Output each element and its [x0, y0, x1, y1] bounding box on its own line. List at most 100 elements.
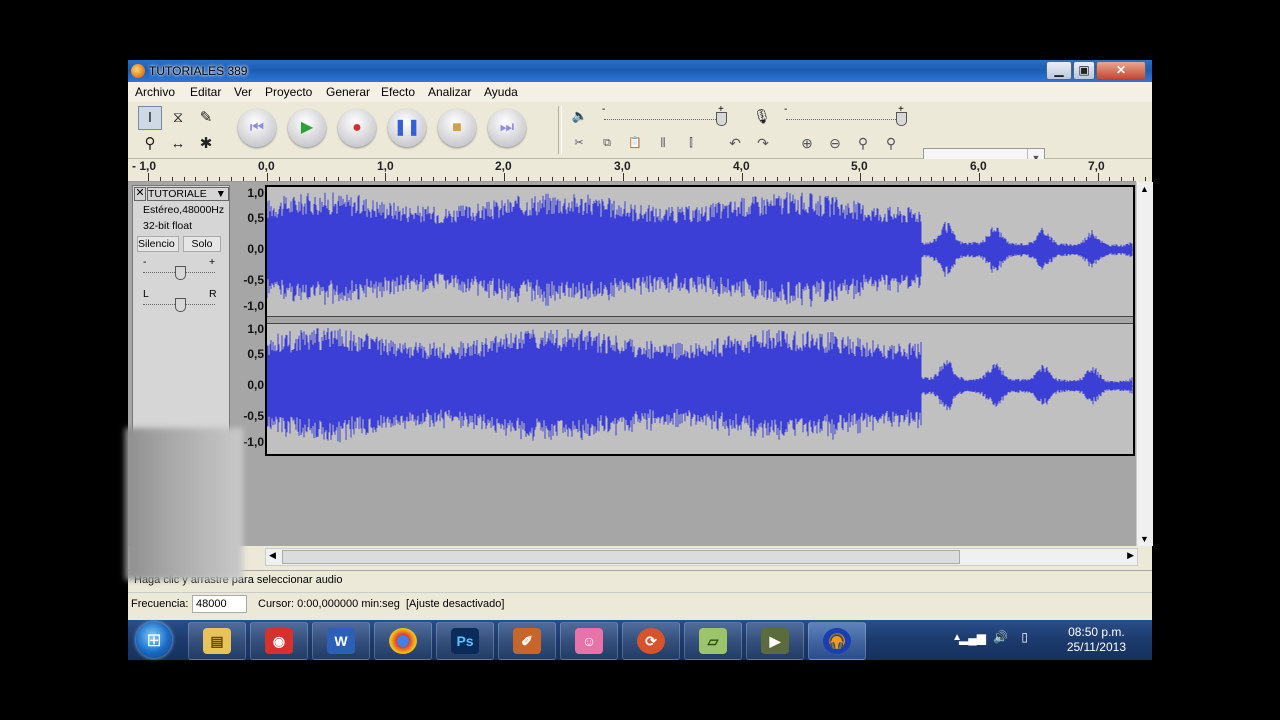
menu-archivo[interactable]: Archivo [135, 85, 175, 99]
ruler-mark [872, 177, 874, 181]
horizontal-scrollbar[interactable]: ◀ ▶ [265, 548, 1138, 566]
photo-icon: ☺ [575, 628, 603, 654]
cut-icon[interactable]: ✂ [568, 134, 590, 152]
ruler-mark [1073, 177, 1075, 181]
ruler-mark [1085, 177, 1087, 181]
timeline-ruler[interactable]: - 1,0 0,0 1,0 2,0 3,0 4,0 5,0 6,0 7,0 [128, 159, 1147, 182]
taskbar-app[interactable]: ✐ [498, 622, 556, 660]
track-area: ✕ TUTORIALE ▼ Estéreo,48000Hz 32-bit floa… [128, 182, 1136, 546]
zoom-in-icon[interactable]: ⊕ [796, 134, 818, 152]
gain-slider[interactable] [175, 266, 186, 280]
taskbar-app[interactable]: Ps [436, 622, 494, 660]
envelope-tool-icon[interactable]: ⧖ [166, 106, 190, 130]
taskbar-app[interactable]: ▤ [188, 622, 246, 660]
zoom-out-icon[interactable]: ⊖ [824, 134, 846, 152]
ruler-mark [397, 177, 399, 181]
track-name-menu[interactable]: TUTORIALE ▼ [147, 187, 229, 201]
menu-efecto[interactable]: Efecto [381, 85, 415, 99]
fit-project-icon[interactable]: ⚲ [880, 134, 902, 152]
photoshop-icon: Ps [451, 628, 479, 654]
vertical-scrollbar[interactable]: ▲ ▼ [1136, 182, 1153, 546]
menu-ayuda[interactable]: Ayuda [484, 85, 518, 99]
ruler-mark [444, 177, 446, 181]
zoom-tool-icon[interactable]: ⚲ [138, 132, 162, 156]
stop-button[interactable]: ■ [438, 109, 476, 147]
scroll-right-icon[interactable]: ▶ [1127, 550, 1134, 561]
taskbar-app[interactable]: ◉ [250, 622, 308, 660]
ruler-mark [349, 177, 351, 181]
ruler-mark [717, 177, 719, 181]
refresh-app-icon: ⟳ [637, 628, 665, 654]
undo-icon[interactable]: ↶ [724, 134, 746, 152]
clock[interactable]: 08:50 p.m. 25/11/2013 [1067, 625, 1126, 655]
taskbar-app[interactable]: ☺ [560, 622, 618, 660]
skip-start-icon: ⏮ [249, 119, 265, 136]
minimize-button[interactable]: ▁ [1046, 61, 1072, 80]
menu-proyecto[interactable]: Proyecto [265, 85, 312, 99]
taskbar-app[interactable] [374, 622, 432, 660]
pan-slider[interactable] [175, 298, 186, 312]
ruler-mark [1038, 177, 1040, 181]
paste-icon[interactable]: 📋 [624, 134, 646, 152]
audacity-window: TUTORIALES 389 ▁ ▣ ✕ Archivo Editar Ver … [128, 60, 1153, 660]
window-title: TUTORIALES 389 [149, 64, 248, 78]
battery-icon[interactable]: ▯ [1021, 630, 1028, 644]
menu-generar[interactable]: Generar [326, 85, 370, 99]
taskbar-app-active[interactable]: 🎧 [808, 622, 866, 660]
scroll-thumb[interactable] [282, 550, 960, 564]
y-tick: 0,0 [247, 242, 264, 256]
selection-tool-icon[interactable]: I [138, 106, 162, 130]
track-name: TUTORIALE [148, 188, 207, 200]
menu-ver[interactable]: Ver [234, 85, 252, 99]
pause-button[interactable]: ❚❚ [388, 109, 426, 147]
record-button[interactable]: ● [338, 109, 376, 147]
ruler-tick: 0,0 [258, 159, 275, 173]
start-button[interactable]: ⊞ [136, 622, 172, 658]
taskbar-app[interactable]: ⟳ [622, 622, 680, 660]
menu-analizar[interactable]: Analizar [428, 85, 471, 99]
y-tick: -0,5 [243, 273, 264, 287]
status-bar: Haga clic y arrastre para seleccionar au… [128, 570, 1152, 591]
redo-icon[interactable]: ↷ [752, 134, 774, 152]
camera-icon: ▶ [761, 628, 789, 654]
solo-button[interactable]: Solo [183, 236, 221, 252]
scroll-left-icon[interactable]: ◀ [269, 550, 276, 561]
close-button[interactable]: ✕ [1096, 61, 1146, 80]
menu-editar[interactable]: Editar [190, 85, 221, 99]
fit-selection-icon[interactable]: ⚲ [852, 134, 874, 152]
skip-end-button[interactable]: ⏭ [488, 109, 526, 147]
taskbar-app[interactable]: ▶ [746, 622, 804, 660]
toolbar-separator [558, 106, 562, 154]
frequency-field[interactable]: 48000 [192, 595, 247, 613]
trim-icon[interactable]: ⫼ [652, 134, 674, 152]
ruler-tick: 3,0 [614, 159, 631, 173]
multi-tool-icon[interactable]: ✱ [194, 132, 218, 156]
record-volume-track [786, 119, 906, 120]
copy-icon[interactable]: ⧉ [596, 134, 618, 152]
track-close-icon[interactable]: ✕ [134, 187, 146, 201]
ruler-mark [978, 173, 980, 181]
skip-start-button[interactable]: ⏮ [238, 109, 276, 147]
waveform-frame[interactable] [265, 185, 1135, 456]
draw-tool-icon[interactable]: ✎ [194, 106, 218, 130]
scroll-up-icon[interactable]: ▲ [1140, 184, 1149, 194]
ruler-mark [1014, 177, 1016, 181]
ruler-mark [587, 177, 589, 181]
mute-button[interactable]: Silencio [137, 236, 179, 252]
y-tick: 0,0 [247, 378, 264, 392]
play-button[interactable]: ▶ [288, 109, 326, 147]
ruler-mark [290, 177, 292, 181]
maximize-button[interactable]: ▣ [1073, 61, 1095, 80]
track-format: 32-bit float [143, 220, 193, 232]
silence-icon[interactable]: ⫿ [680, 134, 702, 152]
timeshift-tool-icon[interactable]: ↔ [166, 132, 190, 156]
speaker-icon: 🔈 [571, 108, 589, 123]
scroll-down-icon[interactable]: ▼ [1140, 534, 1149, 544]
taskbar-app[interactable]: W [312, 622, 370, 660]
volume-icon[interactable]: 🔊 [993, 630, 1008, 644]
ruler-mark [599, 177, 601, 181]
network-icon[interactable]: ▂▄▆ [959, 631, 986, 645]
taskbar-app[interactable]: ▱ [684, 622, 742, 660]
y-tick: -1,0 [243, 299, 264, 313]
ruler-mark [480, 177, 482, 181]
